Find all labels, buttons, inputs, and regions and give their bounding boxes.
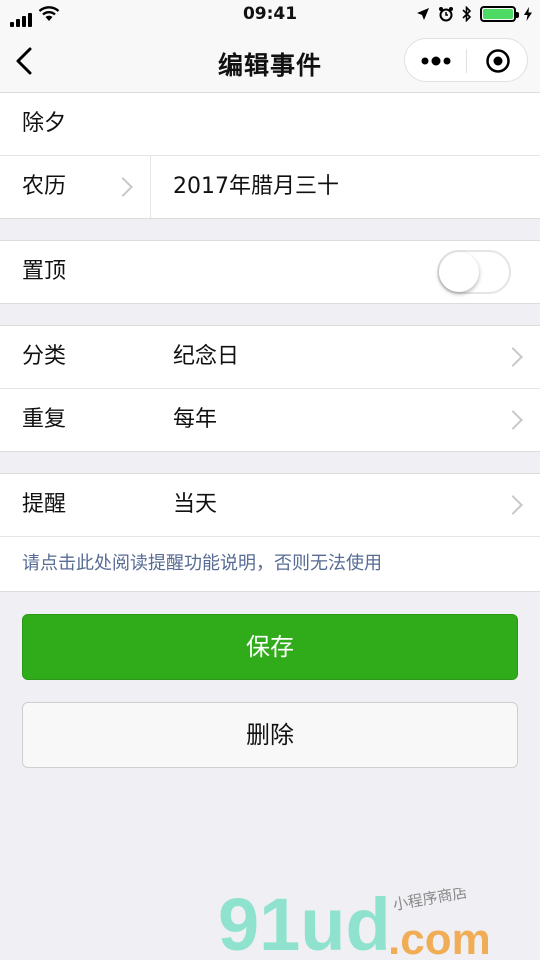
watermark-tagline: 小程序商店 (392, 888, 469, 914)
reminder-row[interactable]: 提醒 当天 (0, 474, 540, 537)
category-label: 分类 (22, 344, 67, 369)
reminder-help-row: 请点击此处阅读提醒功能说明，否则无法使用 (0, 537, 540, 591)
close-mini-program-icon[interactable] (485, 48, 511, 74)
battery-icon (480, 6, 519, 22)
watermark-domain: .com (388, 915, 491, 958)
pin-label: 置顶 (22, 259, 67, 284)
category-repeat-group: 分类 纪念日 重复 每年 (0, 325, 540, 452)
event-name-row[interactable]: 除夕 (0, 93, 540, 156)
reminder-value: 当天 (173, 492, 218, 517)
reminder-label: 提醒 (22, 492, 67, 517)
pin-toggle[interactable] (437, 250, 511, 294)
repeat-value: 每年 (173, 407, 218, 432)
charging-icon (524, 7, 532, 21)
delete-button[interactable]: 删除 (22, 702, 518, 768)
event-date-row[interactable]: 农历 2017年腊月三十 (0, 156, 540, 218)
repeat-label: 重复 (22, 407, 67, 432)
more-icon[interactable] (419, 51, 453, 71)
category-value: 纪念日 (173, 344, 240, 369)
pin-group: 置顶 (0, 240, 540, 304)
event-basic-group: 除夕 农历 2017年腊月三十 (0, 92, 540, 219)
repeat-row[interactable]: 重复 每年 (0, 389, 540, 451)
reminder-group: 提醒 当天 请点击此处阅读提醒功能说明，否则无法使用 (0, 473, 540, 592)
alarm-icon (439, 7, 453, 22)
watermark-brand: 91ud (218, 888, 391, 958)
reminder-help-link[interactable]: 请点击此处阅读提醒功能说明，否则无法使用 (22, 537, 382, 591)
mini-program-capsule (404, 38, 528, 82)
chevron-right-icon (503, 495, 523, 515)
status-bar: 09:41 (0, 0, 540, 30)
91ud-watermark-logo: 91ud .com 小程序商店 (218, 888, 491, 958)
category-row[interactable]: 分类 纪念日 (0, 326, 540, 389)
pin-row: 置顶 (0, 241, 540, 303)
chevron-right-icon (503, 410, 523, 430)
bluetooth-icon (462, 6, 472, 22)
event-date-value[interactable]: 2017年腊月三十 (173, 156, 339, 218)
save-button[interactable]: 保存 (22, 614, 518, 680)
chevron-right-icon (113, 177, 133, 197)
location-icon (417, 8, 429, 20)
calendar-type-label[interactable]: 农历 (22, 156, 66, 218)
nav-bar: 编辑事件 (0, 30, 540, 93)
chevron-right-icon (503, 347, 523, 367)
event-name-input[interactable]: 除夕 (22, 93, 66, 155)
